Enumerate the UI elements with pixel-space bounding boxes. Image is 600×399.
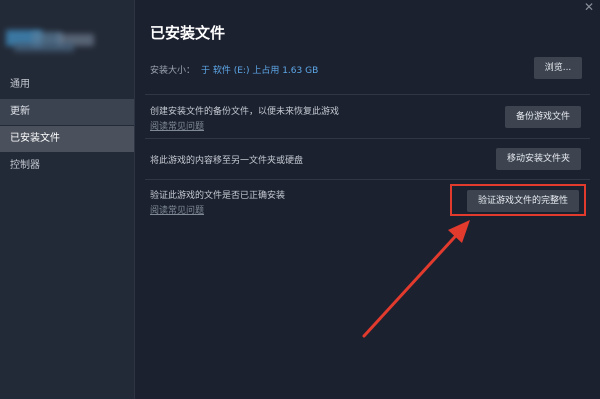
settings-window: 通用 更新 已安装文件 控制器 ✕ 已安装文件 安装大小：于 软件 (E:) 上… bbox=[0, 0, 600, 399]
annotation-arrow-icon bbox=[362, 220, 470, 338]
